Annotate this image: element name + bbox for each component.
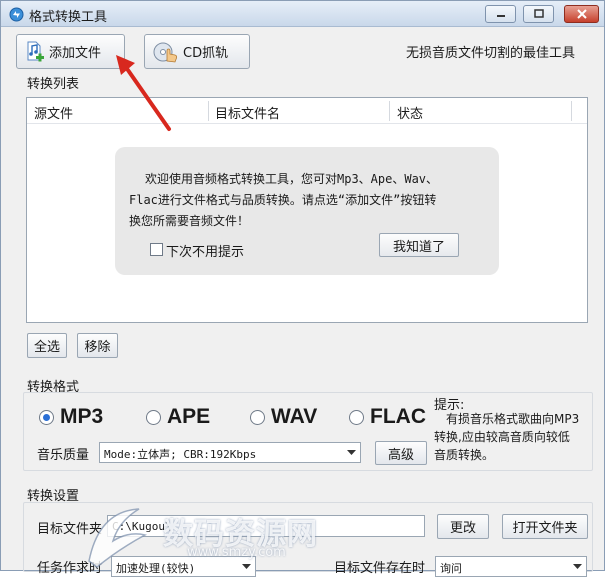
ok-button-label: 我知道了 xyxy=(392,239,445,255)
add-file-icon xyxy=(27,41,44,61)
change-label: 更改 xyxy=(449,521,476,536)
advanced-button[interactable]: 高级 xyxy=(375,441,427,465)
maximize-button[interactable] xyxy=(523,5,554,23)
remove-button[interactable]: 移除 xyxy=(77,333,118,358)
title-bar[interactable]: 格式转换工具 xyxy=(1,1,604,27)
message-line: 换您所需要音频文件！ xyxy=(129,214,250,228)
red-arrow-annotation xyxy=(116,55,171,131)
column-divider xyxy=(389,101,390,121)
radio-mp3[interactable]: MP3 xyxy=(39,405,103,429)
tagline: 无损音质文件切割的最佳工具 xyxy=(406,46,576,61)
ok-button[interactable]: 我知道了 xyxy=(379,233,459,257)
chevron-down-icon xyxy=(242,564,251,569)
radio-button[interactable] xyxy=(146,409,161,425)
quality-select[interactable]: Mode:立体声; CBR:192Kbps xyxy=(99,442,361,463)
tip-text: 有损音乐格式歌曲向MP3 转换,应由较高音质向较低 音质转换。 xyxy=(434,410,594,464)
exists-value: 询问 xyxy=(440,562,462,575)
radio-button-selected[interactable] xyxy=(39,409,54,425)
select-all-button[interactable]: 全选 xyxy=(27,333,67,358)
chevron-down-icon xyxy=(573,564,582,569)
chevron-down-icon xyxy=(347,450,356,455)
advanced-label: 高级 xyxy=(387,447,414,463)
close-icon xyxy=(576,9,587,19)
window-title: 格式转换工具 xyxy=(29,10,108,25)
exists-label: 目标文件存在时 xyxy=(334,561,426,576)
target-folder-label: 目标文件夹 xyxy=(37,522,103,537)
cd-rip-label: CD抓轨 xyxy=(183,46,229,61)
change-folder-button[interactable]: 更改 xyxy=(437,514,489,539)
tip-line: 转换,应由较高音质向较低 xyxy=(434,430,570,444)
format-option-label: WAV xyxy=(271,405,318,428)
column-divider xyxy=(208,101,209,121)
column-target-name[interactable]: 目标文件名 xyxy=(215,103,280,122)
minimize-button[interactable] xyxy=(485,5,516,23)
minimize-icon xyxy=(496,15,505,17)
radio-wav[interactable]: WAV xyxy=(250,405,317,429)
format-option-label: MP3 xyxy=(60,405,104,428)
task-mode-label: 任务作求时 xyxy=(37,561,103,576)
radio-ape[interactable]: APE xyxy=(146,405,210,429)
dont-show-label[interactable]: 下次不用提示 xyxy=(166,241,244,260)
radio-button[interactable] xyxy=(250,409,265,425)
welcome-dialog: 欢迎使用音频格式转换工具，您可对Mp3、Ape、Wav、 Flac进行文件格式与… xyxy=(115,147,499,275)
add-file-button[interactable]: 添加文件 xyxy=(16,34,125,69)
open-folder-button[interactable]: 打开文件夹 xyxy=(502,514,588,539)
exists-select[interactable]: 询问 xyxy=(435,556,587,577)
close-button[interactable] xyxy=(564,5,599,23)
target-folder-value: C:\Kugou\ xyxy=(112,520,172,533)
tip-line: 有损音乐格式歌曲向MP3 xyxy=(446,412,580,426)
format-option-label: APE xyxy=(167,405,211,428)
message-line: 欢迎使用音频格式转换工具，您可对Mp3、Ape、Wav、 xyxy=(145,172,439,186)
target-folder-input[interactable]: C:\Kugou\ xyxy=(107,515,425,537)
format-option-label: FLAC xyxy=(370,405,426,428)
add-file-label: 添加文件 xyxy=(49,46,102,61)
open-folder-label: 打开文件夹 xyxy=(512,521,578,536)
column-status[interactable]: 状态 xyxy=(397,103,423,122)
app-window: 格式转换工具 添加文件 CD抓轨 无损音质文件切割的最佳工具 转换列表 源文件 … xyxy=(0,0,605,577)
message-line: Flac进行文件格式与品质转换。请点选“添加文件”按钮转 xyxy=(129,193,437,207)
tip-line: 音质转换。 xyxy=(434,448,495,462)
quality-label: 音乐质量 xyxy=(37,448,90,463)
remove-label: 移除 xyxy=(84,340,111,355)
column-source-file[interactable]: 源文件 xyxy=(34,103,73,122)
quality-value: Mode:立体声; CBR:192Kbps xyxy=(104,448,257,461)
dont-show-checkbox[interactable] xyxy=(150,243,163,256)
welcome-message: 欢迎使用音频格式转换工具，您可对Mp3、Ape、Wav、 Flac进行文件格式与… xyxy=(129,169,489,232)
convert-list-label: 转换列表 xyxy=(27,77,80,92)
select-all-label: 全选 xyxy=(33,340,60,355)
task-mode-value: 加速处理(较快) xyxy=(116,562,196,575)
radio-flac[interactable]: FLAC xyxy=(349,405,426,429)
app-icon xyxy=(9,7,24,22)
task-mode-select[interactable]: 加速处理(较快) xyxy=(111,556,256,577)
maximize-icon xyxy=(533,9,544,18)
column-divider xyxy=(571,101,572,121)
radio-button[interactable] xyxy=(349,409,364,425)
